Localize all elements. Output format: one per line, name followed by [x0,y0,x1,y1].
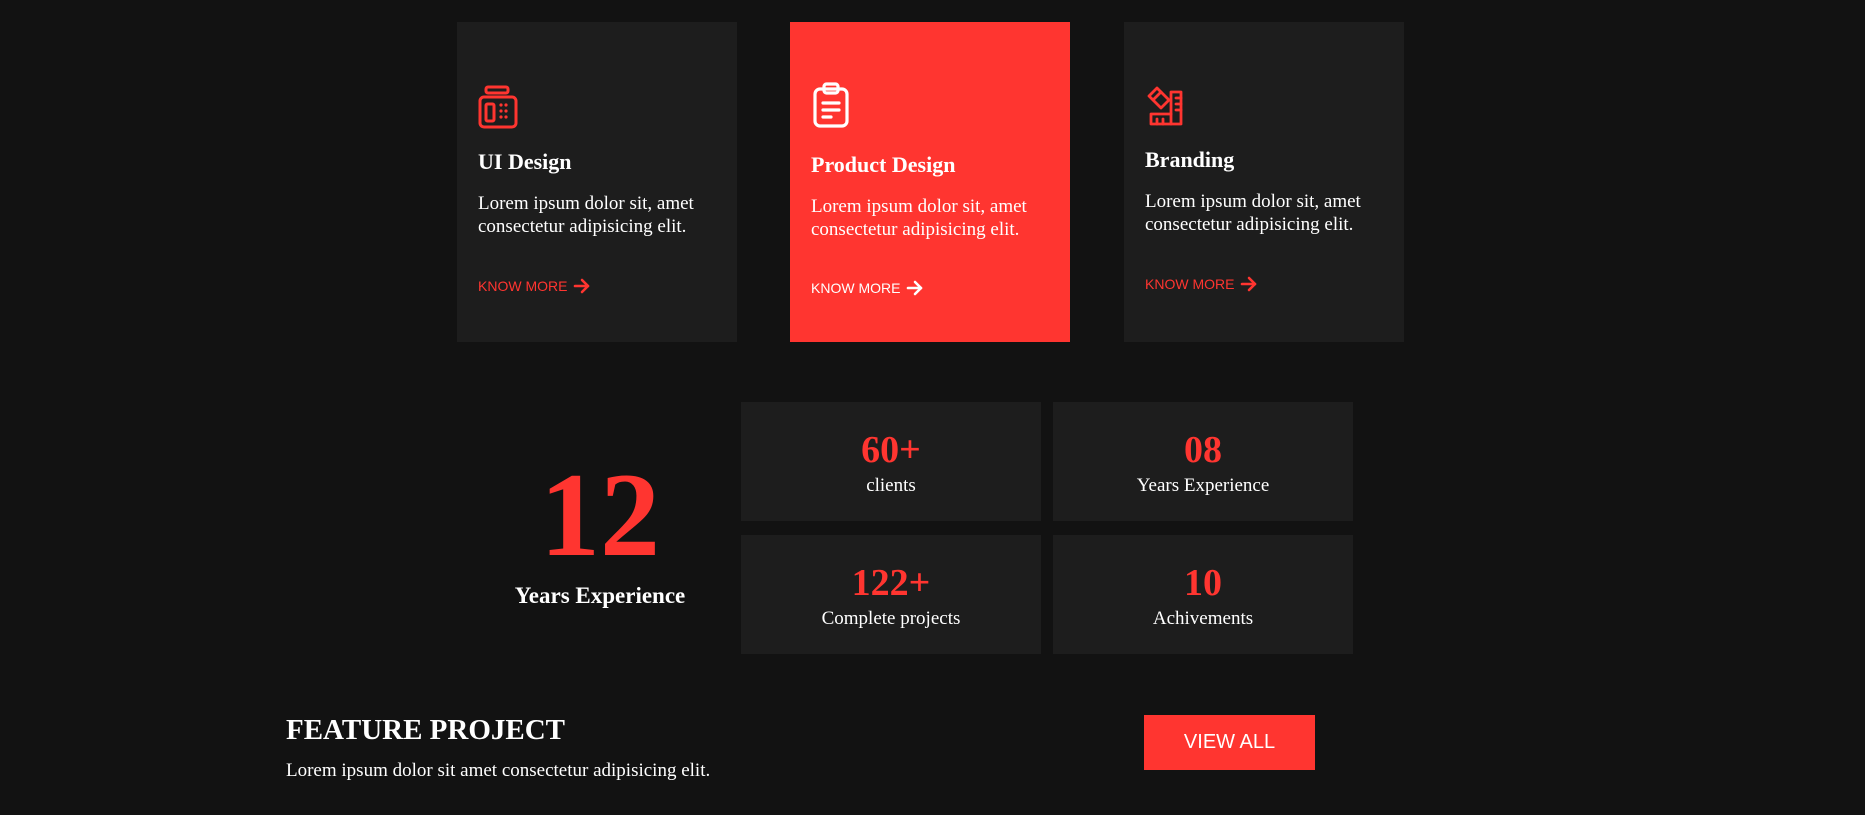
clipboard-icon [811,82,851,128]
service-title: UI Design [478,149,572,174]
know-more-link[interactable]: KNOW MORE [811,280,924,296]
fax-machine-icon [478,84,518,130]
know-more-link[interactable]: KNOW MORE [1145,276,1258,292]
service-title: Branding [1145,147,1235,172]
stat-card-projects: 122+ Complete projects [741,535,1041,654]
feature-project-subtitle: Lorem ipsum dolor sit amet consectetur a… [286,760,711,781]
ruler-pencil-icon [1145,84,1185,130]
know-more-label: KNOW MORE [478,278,568,294]
stat-label: Years Experience [1136,475,1270,496]
arrow-right-icon [1241,276,1257,292]
service-card-product-design[interactable]: Product Design Lorem ipsum dolor sit, am… [790,22,1070,342]
stat-label: Achivements [1152,608,1254,629]
service-card-branding[interactable]: Branding Lorem ipsum dolor sit, amet con… [1124,22,1404,342]
stat-card-achievements: 10 Achivements [1053,535,1353,654]
page: UI Design Lorem ipsum dolor sit, amet co… [0,0,1865,815]
feature-project-title: FEATURE PROJECT [286,714,566,746]
stat-card-years: 08 Years Experience [1053,402,1353,521]
stat-value: 08 [1184,429,1222,471]
stat-value: 60+ [861,429,921,471]
stat-label: Complete projects [821,608,961,629]
stat-label: clients [866,475,916,496]
service-description: Lorem ipsum dolor sit, amet consectetur … [1145,191,1361,235]
stat-value: 122+ [851,562,931,604]
service-description: Lorem ipsum dolor sit, amet consectetur … [811,196,1027,240]
view-all-button[interactable]: VIEW ALL [1144,715,1315,770]
know-more-link[interactable]: KNOW MORE [478,278,591,294]
arrow-right-icon [574,278,590,294]
service-title: Product Design [811,152,956,177]
experience-label: Years Experience [514,583,686,608]
service-description: Lorem ipsum dolor sit, amet consectetur … [478,193,694,237]
stat-card-clients: 60+ clients [741,402,1041,521]
experience-number: 12 [540,448,660,581]
know-more-label: KNOW MORE [811,280,901,296]
service-card-ui-design[interactable]: UI Design Lorem ipsum dolor sit, amet co… [457,22,737,342]
stat-value: 10 [1184,562,1222,604]
arrow-right-icon [907,280,923,296]
know-more-label: KNOW MORE [1145,276,1235,292]
